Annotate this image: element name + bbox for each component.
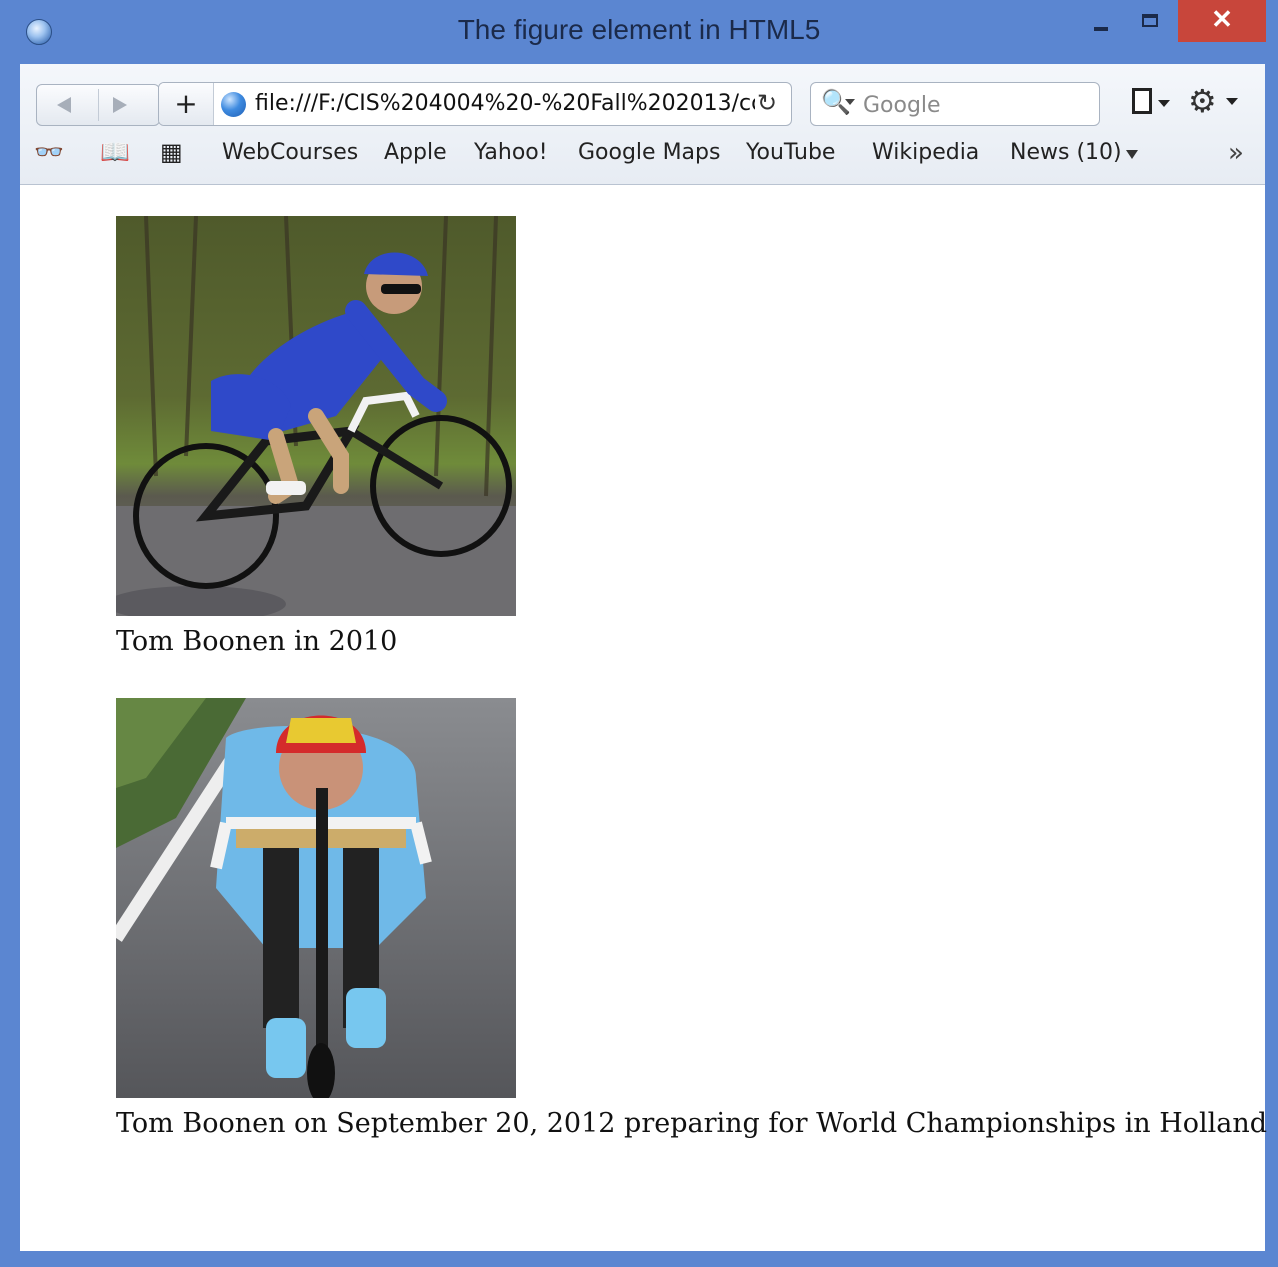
globe-icon [221, 92, 246, 117]
more-bookmarks-icon[interactable]: » [1228, 138, 1244, 168]
cyclist-photo-2010 [116, 216, 516, 616]
chevron-down-icon [1226, 98, 1238, 105]
back-forward-group [36, 84, 160, 126]
nav-divider [98, 89, 99, 121]
browser-toolbar: + file:///F:/CIS%204004%20-%20Fall%20201… [20, 64, 1265, 185]
maximize-button[interactable] [1130, 0, 1174, 42]
news-dropdown-icon[interactable] [1126, 150, 1138, 159]
reload-icon[interactable]: ↻ [757, 89, 777, 117]
cyclist-photo-2012 [116, 698, 516, 1098]
top-sites-icon[interactable]: ▦ [160, 138, 183, 166]
page-menu-button[interactable] [1130, 86, 1176, 122]
back-arrow-icon[interactable] [57, 97, 71, 113]
figure-2 [116, 698, 516, 1098]
address-field[interactable]: file:///F:/CIS%204004%20-%20Fall%202013/… [255, 91, 755, 116]
bookmark-news[interactable]: News (10) [1010, 140, 1122, 165]
bookmark-wikipedia[interactable]: Wikipedia [872, 140, 979, 165]
figure-1-caption: Tom Boonen in 2010 [116, 626, 398, 657]
bookmark-apple[interactable]: Apple [384, 140, 447, 165]
bookmark-yahoo[interactable]: Yahoo! [474, 140, 548, 165]
plus-icon: + [174, 87, 198, 120]
add-bookmark-button[interactable]: + [159, 83, 214, 125]
gear-icon: ⚙ [1188, 82, 1217, 120]
search-input[interactable] [861, 89, 1085, 121]
reading-list-icon[interactable]: 👓 [34, 138, 64, 166]
search-box[interactable]: 🔍 [810, 82, 1100, 126]
bookmarks-bar: 👓 📖 ▦ WebCourses Apple Yahoo! Google Map… [20, 136, 1265, 176]
chevron-down-icon [1158, 100, 1170, 107]
figure-1 [116, 216, 516, 616]
bookmarks-icon[interactable]: 📖 [100, 138, 130, 166]
title-bar[interactable]: The figure element in HTML5 ✕ [0, 0, 1278, 64]
close-icon: ✕ [1211, 4, 1233, 34]
forward-arrow-icon[interactable] [113, 97, 127, 113]
settings-menu-button[interactable]: ⚙ [1188, 82, 1244, 122]
bookmark-webcourses[interactable]: WebCourses [222, 140, 358, 165]
figure-2-caption: Tom Boonen on September 20, 2012 prepari… [116, 1108, 1268, 1139]
address-bar[interactable]: + file:///F:/CIS%204004%20-%20Fall%20201… [158, 82, 792, 126]
page-content: Tom Boonen in 2010 Tom Boonen on Septemb… [20, 185, 1268, 1251]
close-button[interactable]: ✕ [1178, 0, 1266, 42]
bookmark-google-maps[interactable]: Google Maps [578, 140, 720, 165]
browser-window: The figure element in HTML5 ✕ + file:///… [0, 0, 1278, 1267]
search-engine-dropdown-icon[interactable] [845, 99, 855, 105]
page-icon [1132, 88, 1152, 114]
bookmark-youtube[interactable]: YouTube [746, 140, 835, 165]
minimize-button[interactable] [1084, 0, 1124, 42]
